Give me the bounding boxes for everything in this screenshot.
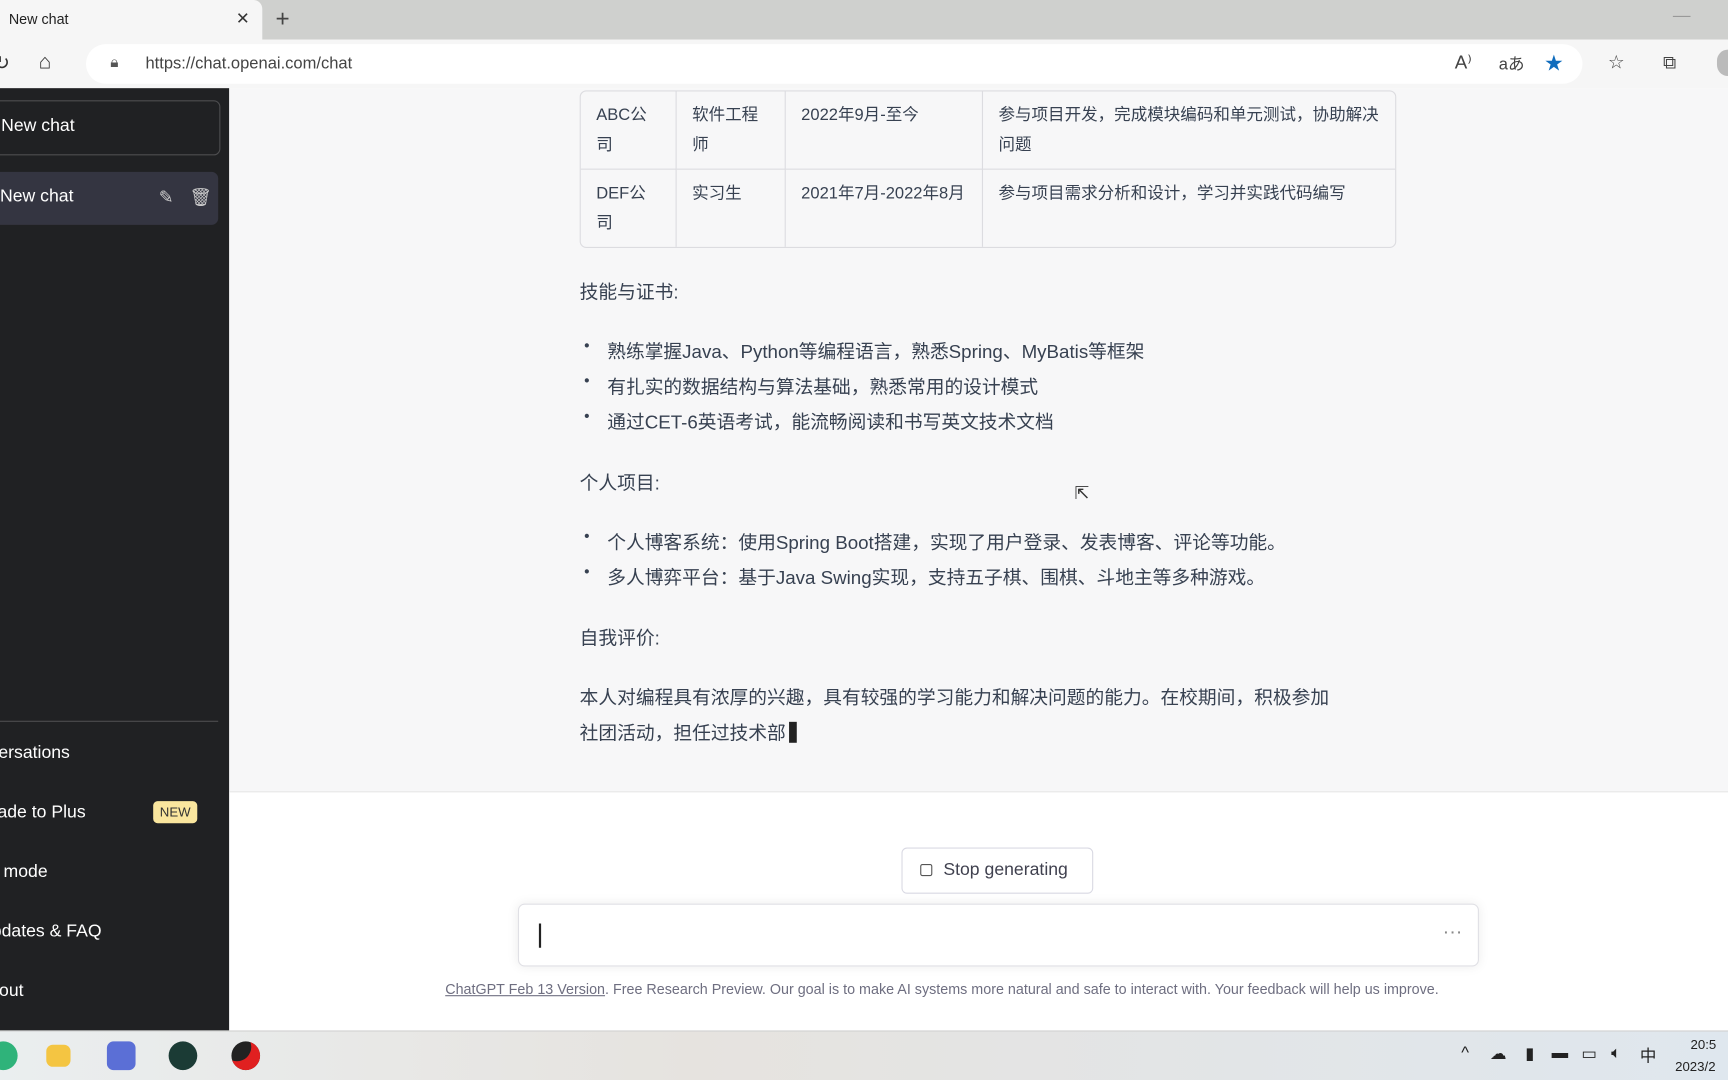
stop-generating-button[interactable]: Stop generating	[901, 847, 1094, 894]
home-icon[interactable]: ⌂	[39, 51, 52, 75]
edit-icon[interactable]: ✎	[159, 186, 174, 208]
divider	[0, 720, 219, 722]
recorder-app-icon[interactable]	[231, 1041, 261, 1071]
stop-label: Stop generating	[943, 860, 1068, 880]
close-tab-icon[interactable]: ✕	[236, 9, 250, 29]
gbox-app-icon[interactable]	[106, 1041, 136, 1071]
mic-icon[interactable]: ▮	[1525, 1044, 1534, 1064]
table-cell: 2021年7月-2022年8月	[785, 168, 984, 247]
profile-avatar[interactable]	[1716, 49, 1728, 77]
chat-item-label: New chat	[0, 187, 74, 207]
clear-conversations-button[interactable]: Clear conversations	[0, 744, 70, 764]
logout-button[interactable]: Log out	[0, 982, 24, 1002]
cloud-icon[interactable]: ☁	[1490, 1044, 1507, 1064]
refresh-icon[interactable]: ↻	[0, 52, 10, 75]
list-item: 个人博客系统：使用Spring Boot搭建，实现了用户登录、发表博客、评论等功…	[584, 527, 1286, 555]
list-item: 多人博弈平台：基于Java Swing实现，支持五子棋、围棋、斗地主等多种游戏。	[584, 562, 1265, 590]
table-cell: 参与项目需求分析和设计，学习并实践代码编写	[983, 168, 1396, 247]
stop-icon	[920, 863, 933, 877]
list-item: 熟练掌握Java、Python等编程语言，熟悉Spring、MyBatis等框架	[584, 336, 1144, 364]
table-row: ABC公司 软件工程师 2022年9月-至今 参与项目开发，完成模块编码和单元测…	[581, 91, 1395, 169]
footer-text: ChatGPT Feb 13 Version. Free Research Pr…	[445, 981, 1439, 998]
text-caret	[538, 923, 542, 948]
file-explorer-icon[interactable]	[46, 1044, 71, 1067]
new-tab-icon[interactable]: +	[276, 4, 290, 33]
version-link[interactable]: ChatGPT Feb 13 Version	[445, 981, 605, 998]
projects-heading: 个人项目:	[579, 472, 660, 494]
message-input[interactable]: ···	[517, 903, 1479, 967]
list-item: 有扎实的数据结构与算法基础，熟悉常用的设计模式	[584, 371, 1038, 399]
table-row: DEF公司 实习生 2021年7月-2022年8月 参与项目需求分析和设计，学习…	[580, 168, 1396, 247]
updates-faq-link[interactable]: Updates & FAQ	[0, 922, 102, 942]
table-cell: 软件工程师	[677, 91, 786, 169]
list-item: 通过CET-6英语考试，能流畅阅读和书写英文技术文档	[584, 407, 1054, 435]
table-cell: 参与项目开发，完成模块编码和单元测试，协助解决问题	[998, 105, 1379, 155]
chatgpt-app-icon[interactable]	[168, 1041, 198, 1071]
table-cell: 实习生	[676, 168, 786, 247]
mouse-pointer-icon: ⇱	[1074, 484, 1090, 504]
tab-title: New chat	[8, 11, 69, 28]
chat-item[interactable]: New chat ✎ 🗑︎	[0, 171, 219, 225]
lock-icon[interactable]: 🔒︎	[110, 53, 118, 72]
self-text-line: 本人对编程具有浓厚的兴趣，具有较强的学习能力和解决问题的能力。在校期间，积极参加	[579, 687, 1330, 709]
minimize-icon[interactable]: —	[1673, 7, 1691, 27]
ime-indicator[interactable]: 中	[1640, 1044, 1657, 1067]
table-cell: 2022年9月-至今	[786, 91, 984, 169]
chevron-up-icon[interactable]: ^	[1461, 1044, 1469, 1063]
volume-icon[interactable]: 🔈︎	[1611, 1044, 1621, 1063]
translate-icon[interactable]: aあ	[1499, 52, 1525, 75]
skills-heading: 技能与证书:	[579, 282, 679, 304]
upgrade-plus-button[interactable]: Upgrade to Plus	[0, 803, 86, 823]
table-cell: DEF公司	[580, 168, 677, 247]
self-heading: 自我评价:	[579, 628, 660, 650]
new-badge: NEW	[153, 801, 198, 824]
battery-icon[interactable]: ▬	[1552, 1044, 1569, 1063]
typing-cursor	[789, 721, 797, 743]
new-chat-label: New chat	[1, 116, 75, 136]
favorite-star-icon[interactable]: ★	[1544, 50, 1564, 78]
network-icon[interactable]: ▭	[1581, 1044, 1597, 1064]
new-chat-button[interactable]: New chat	[0, 100, 221, 156]
self-text-line: 社团活动，担任过技术部	[580, 717, 797, 745]
sidebar: New chat New chat ✎ 🗑︎ Clear conversatio…	[0, 88, 230, 1031]
url-text[interactable]: https://chat.openai.com/chat	[145, 54, 352, 73]
read-aloud-icon[interactable]: A⁾	[1455, 52, 1472, 74]
experience-table: ABC公司 软件工程师 2022年9月-至今 参与项目开发，完成模块编码和单元测…	[579, 90, 1397, 248]
clock[interactable]: 20:5 2023/2	[1675, 1034, 1716, 1078]
trash-icon[interactable]: 🗑︎	[190, 186, 212, 208]
table-cell: ABC公司	[581, 91, 677, 169]
loading-dots-icon: ···	[1442, 920, 1463, 943]
footer-note: . Free Research Preview. Our goal is to …	[605, 980, 1439, 998]
favorites-icon[interactable]: ☆	[1608, 52, 1625, 74]
collections-icon[interactable]: ⧉	[1663, 52, 1676, 74]
browser-tab[interactable]: New chat ✕	[0, 0, 263, 42]
dark-mode-button[interactable]: Dark mode	[0, 863, 48, 883]
